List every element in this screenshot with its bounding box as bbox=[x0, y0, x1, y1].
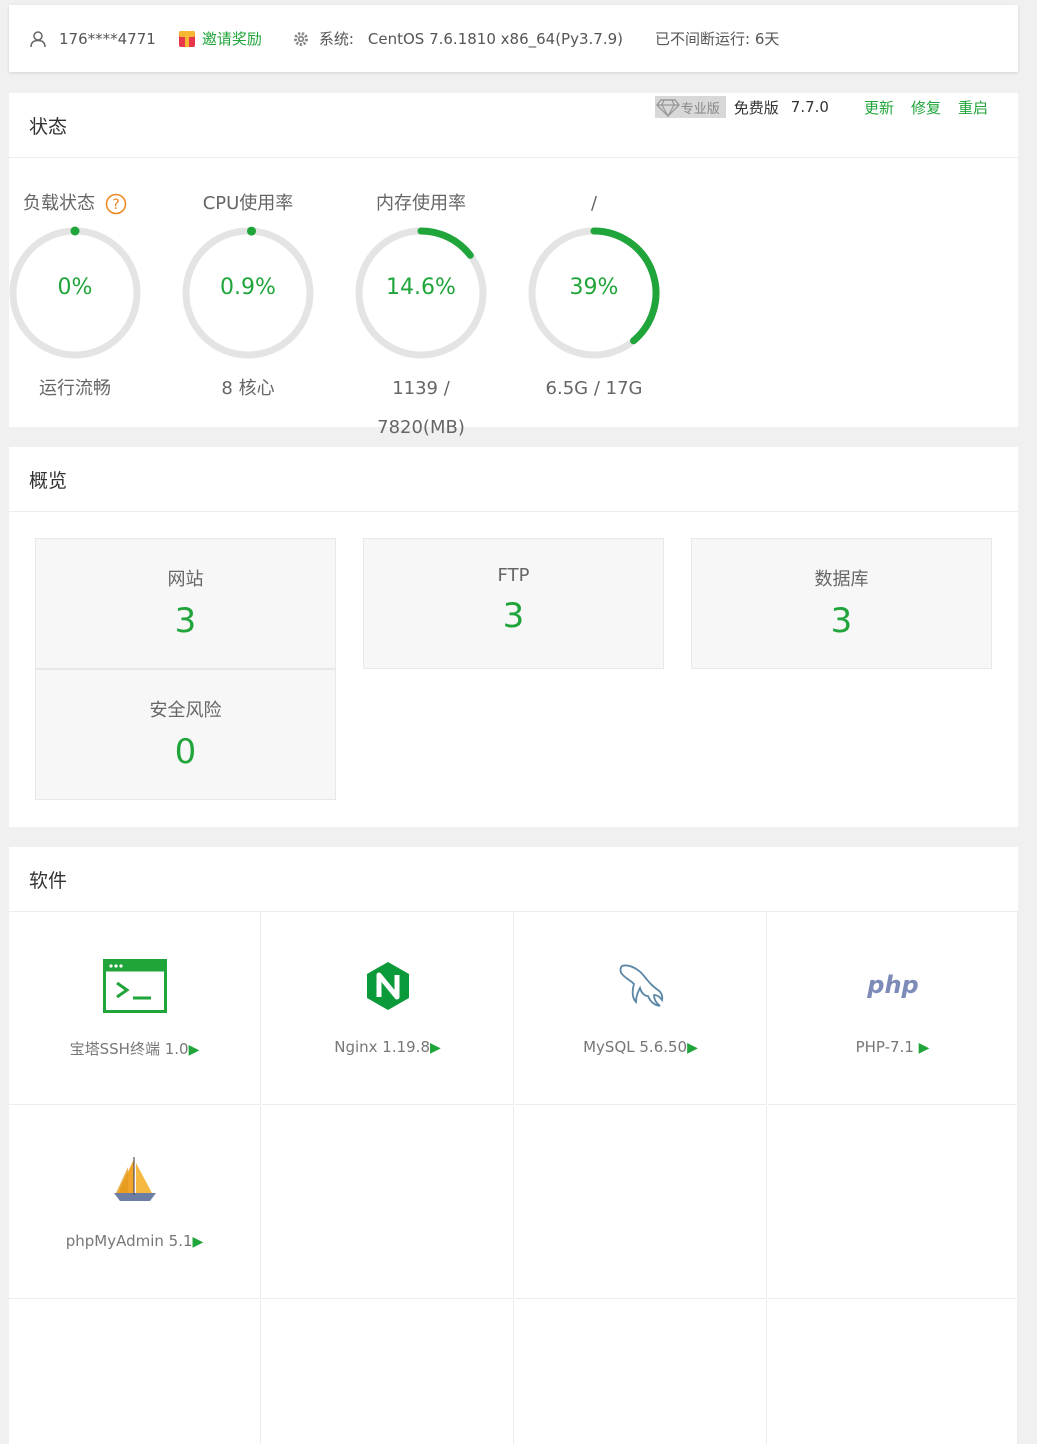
expand-arrow-icon[interactable]: ▶ bbox=[193, 1234, 204, 1250]
diamond-icon bbox=[655, 99, 680, 118]
software-item-mysql[interactable]: MySQL 5.6.50▶ bbox=[515, 912, 767, 1105]
gauge-title: 内存使用率 bbox=[376, 193, 466, 214]
gauge-subtext: 6.5G / 17G bbox=[545, 378, 643, 399]
software-empty-slot bbox=[262, 1106, 514, 1299]
software-label: 宝塔SSH终端 1.0 bbox=[69, 1040, 189, 1058]
status-panel: 状态 专业版 免费版 7.7.0 更新 修复 重启 负载状态 ? 0% 运行流畅 bbox=[9, 93, 1018, 438]
update-link[interactable]: 更新 bbox=[864, 97, 894, 118]
mysql-dolphin-icon bbox=[619, 964, 663, 1007]
overview-card-label: 安全风险 bbox=[149, 700, 222, 721]
gauge-progress bbox=[247, 226, 257, 236]
phpmyadmin-sailboat-icon bbox=[113, 1157, 156, 1201]
gift-icon bbox=[178, 30, 195, 47]
overview-card-value: 3 bbox=[174, 601, 197, 641]
software-item-phpmyadmin[interactable]: phpMyAdmin 5.1▶ bbox=[9, 1106, 261, 1299]
question-icon[interactable]: ? bbox=[105, 193, 127, 215]
gauge-ring: 0% bbox=[5, 223, 145, 363]
overview-card-security-risk[interactable]: 安全风险 0 bbox=[35, 669, 336, 800]
gauge-value: 0% bbox=[57, 275, 93, 300]
overview-panel: 概览 网站 3 FTP 3 数据库 3 安全风险 0 bbox=[9, 447, 1018, 827]
repair-link[interactable]: 修复 bbox=[911, 97, 941, 118]
gauge-subtext: 1139 / 7820(MB) bbox=[377, 378, 465, 438]
gauge-subtext: 8 核心 bbox=[221, 378, 275, 399]
software-empty-slot bbox=[515, 1300, 767, 1444]
expand-arrow-icon[interactable]: ▶ bbox=[687, 1040, 698, 1056]
expand-arrow-icon[interactable]: ▶ bbox=[430, 1040, 441, 1056]
system-info: 系统: CentOS 7.6.1810 x86_64(Py3.7.9) bbox=[292, 28, 623, 49]
gauge-ring: 0.9% bbox=[178, 223, 318, 363]
pro-label: 专业版 bbox=[680, 101, 720, 117]
version-bar: 专业版 免费版 7.7.0 更新 修复 重启 bbox=[654, 96, 988, 118]
pro-edition-badge[interactable]: 专业版 bbox=[654, 96, 726, 118]
overview-card-label: 网站 bbox=[167, 569, 204, 590]
svg-text:php: php bbox=[866, 971, 918, 999]
software-empty-slot bbox=[9, 1300, 261, 1444]
gauge-title: CPU使用率 bbox=[202, 193, 294, 214]
system-value: CentOS 7.6.1810 x86_64(Py3.7.9) bbox=[367, 29, 623, 48]
software-item-nginx[interactable]: Nginx 1.19.8▶ bbox=[262, 912, 514, 1105]
overview-card-ftp[interactable]: FTP 3 bbox=[363, 538, 664, 669]
user-icon bbox=[30, 30, 46, 47]
invite-reward-link[interactable]: 邀请奖励 bbox=[178, 28, 262, 49]
expand-arrow-icon[interactable]: ▶ bbox=[919, 1040, 930, 1056]
overview-card-value: 0 bbox=[174, 732, 197, 772]
username: 176****4771 bbox=[59, 29, 156, 48]
overview-card-value: 3 bbox=[830, 601, 853, 641]
gauge-ring: 39% bbox=[524, 223, 664, 363]
top-info-bar: 176****4771 邀请奖励 系统: CentOS 7.6.1810 x86… bbox=[9, 5, 1018, 72]
php-icon: php bbox=[866, 971, 918, 999]
system-label: 系统: bbox=[318, 30, 354, 48]
overview-card-databases[interactable]: 数据库 3 bbox=[691, 538, 992, 669]
software-empty-slot bbox=[515, 1106, 767, 1299]
gauge-cpu[interactable]: CPU使用率 0.9% 8 核心 bbox=[173, 191, 323, 408]
expand-arrow-icon[interactable]: ▶ bbox=[189, 1042, 200, 1058]
version-number: 7.7.0 bbox=[790, 98, 829, 116]
svg-text:?: ? bbox=[112, 197, 119, 213]
overview-card-label: 数据库 bbox=[814, 569, 869, 590]
gauge-load[interactable]: 负载状态 ? 0% 运行流畅 bbox=[0, 191, 150, 408]
software-item-php[interactable]: php PHP-7.1 ▶ bbox=[768, 912, 1018, 1105]
software-title: 软件 bbox=[9, 847, 1018, 912]
software-empty-slot bbox=[262, 1300, 514, 1444]
gauge-memory[interactable]: 内存使用率 14.6% 1139 / 7820(MB) bbox=[346, 191, 496, 447]
gear-icon bbox=[293, 31, 308, 46]
software-label: MySQL 5.6.50 bbox=[583, 1038, 688, 1056]
gauge-value: 0.9% bbox=[220, 275, 276, 300]
gauge-value: 39% bbox=[569, 275, 619, 300]
overview-title: 概览 bbox=[9, 447, 1018, 512]
gauge-value: 14.6% bbox=[386, 275, 456, 300]
gauge-subtext: 运行流畅 bbox=[39, 378, 111, 399]
gauge-title: / bbox=[590, 193, 598, 214]
software-empty-slot bbox=[768, 1106, 1018, 1299]
uptime-text: 已不间断运行: 6天 bbox=[655, 30, 780, 48]
software-empty-slot bbox=[768, 1300, 1018, 1444]
gauge-disk[interactable]: / 39% 6.5G / 17G bbox=[519, 191, 669, 408]
overview-card-value: 3 bbox=[502, 596, 525, 636]
software-panel: 软件 宝塔SSH终端 1.0▶ Nginx 1.19.8▶ MySQL 5.6.… bbox=[9, 847, 1018, 1444]
software-label: Nginx 1.19.8 bbox=[334, 1038, 430, 1056]
software-label: PHP-7.1 bbox=[855, 1038, 914, 1056]
software-item-ssh-terminal[interactable]: 宝塔SSH终端 1.0▶ bbox=[9, 912, 261, 1105]
terminal-icon bbox=[102, 959, 167, 1013]
software-label: phpMyAdmin 5.1 bbox=[65, 1232, 193, 1250]
gauge-title: 负载状态 bbox=[23, 193, 95, 214]
free-edition-label: 免费版 bbox=[733, 98, 779, 117]
overview-card-label: FTP bbox=[497, 565, 530, 586]
invite-label: 邀请奖励 bbox=[201, 30, 262, 48]
gauge-progress bbox=[417, 227, 474, 259]
gauge-progress bbox=[70, 226, 80, 236]
nginx-icon bbox=[366, 962, 409, 1010]
user-info: 176****4771 bbox=[29, 30, 156, 48]
gauge-ring: 14.6% bbox=[351, 223, 491, 363]
overview-card-websites[interactable]: 网站 3 bbox=[35, 538, 336, 669]
restart-link[interactable]: 重启 bbox=[958, 97, 988, 118]
